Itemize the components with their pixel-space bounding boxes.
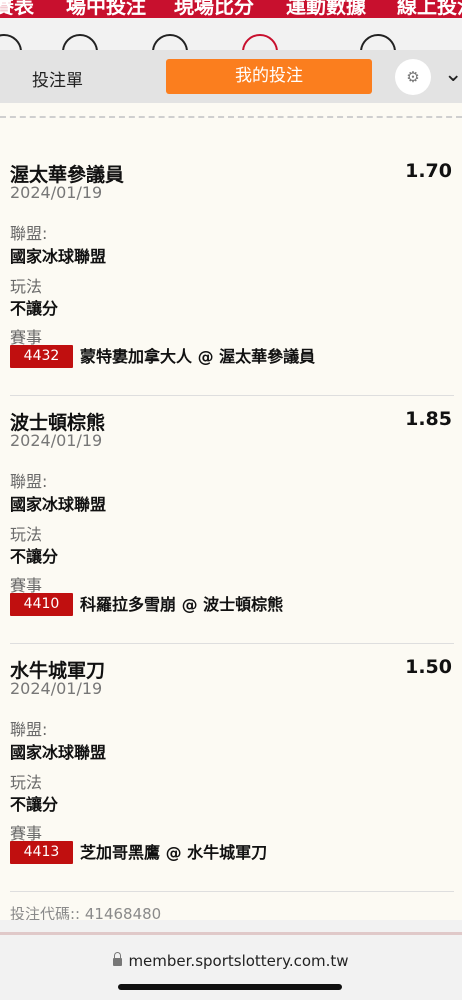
match-number-badge: 4432	[10, 345, 73, 368]
play-value: 不讓分	[10, 547, 59, 566]
play-label: 玩法	[10, 525, 43, 544]
hockey-icon[interactable]	[242, 34, 278, 50]
bet-odds: 1.70	[405, 160, 452, 182]
trophy-icon[interactable]	[360, 34, 396, 50]
home-indicator[interactable]	[118, 984, 342, 990]
dashed-divider	[0, 116, 462, 118]
top-nav: 賽表 場中投注 現場比分 運動數據 線上投注	[0, 0, 462, 18]
match-number-badge: 4410	[10, 593, 73, 616]
match-teams: 芝加哥黑鷹 @ 水牛城軍刀	[80, 843, 268, 862]
tab-my-bets[interactable]: 我的投注	[166, 59, 372, 94]
gear-icon[interactable]: ⚙	[395, 59, 431, 95]
nav-item-live-scores[interactable]: 現場比分	[174, 0, 254, 18]
tab-bet-slip[interactable]: 投注單	[32, 66, 83, 91]
match-teams: 蒙特婁加拿大人 @ 渥太華參議員	[80, 347, 316, 366]
basketball-icon[interactable]	[0, 34, 22, 50]
league-value: 國家冰球聯盟	[10, 495, 107, 514]
nav-item-sports-data[interactable]: 運動數據	[286, 0, 366, 18]
bet-card: 水牛城軍刀 1.50 2024/01/19 聯盟: 國家冰球聯盟 玩法 不讓分 …	[10, 656, 454, 892]
play-value: 不讓分	[10, 299, 59, 318]
play-label: 玩法	[10, 277, 43, 296]
nav-item-schedule[interactable]: 賽表	[0, 0, 34, 18]
cropped-footer-strip	[0, 932, 462, 935]
match-number-badge: 4413	[10, 841, 73, 864]
chevron-down-icon[interactable]: ⌄	[444, 60, 462, 90]
address-bar[interactable]: member.sportslottery.com.tw	[0, 951, 462, 970]
bet-odds: 1.50	[405, 656, 452, 678]
league-label: 聯盟:	[10, 224, 48, 243]
lock-icon	[113, 951, 123, 966]
league-value: 國家冰球聯盟	[10, 743, 107, 762]
soccer-icon[interactable]	[152, 34, 188, 50]
league-label: 聯盟:	[10, 720, 48, 739]
bet-tab-bar: 投注單 我的投注 ⚙ ⌄	[0, 50, 462, 103]
league-label: 聯盟:	[10, 472, 48, 491]
browser-bar: member.sportslottery.com.tw	[0, 920, 462, 1000]
bet-card: 渥太華參議員 1.70 2024/01/19 聯盟: 國家冰球聯盟 玩法 不讓分…	[10, 160, 454, 396]
bet-date: 2024/01/19	[10, 183, 103, 202]
bet-date: 2024/01/19	[10, 679, 103, 698]
sport-icon-strip	[0, 18, 462, 50]
globe-icon[interactable]	[62, 34, 98, 50]
play-label: 玩法	[10, 773, 43, 792]
league-value: 國家冰球聯盟	[10, 247, 107, 266]
url-text: member.sportslottery.com.tw	[128, 952, 349, 970]
nav-item-live-betting[interactable]: 場中投注	[66, 0, 146, 18]
bet-card: 波士頓棕熊 1.85 2024/01/19 聯盟: 國家冰球聯盟 玩法 不讓分 …	[10, 408, 454, 644]
match-teams: 科羅拉多雪崩 @ 波士頓棕熊	[80, 595, 284, 614]
bet-date: 2024/01/19	[10, 431, 103, 450]
play-value: 不讓分	[10, 795, 59, 814]
nav-item-online-betting[interactable]: 線上投注	[397, 0, 462, 18]
bet-odds: 1.85	[405, 408, 452, 430]
